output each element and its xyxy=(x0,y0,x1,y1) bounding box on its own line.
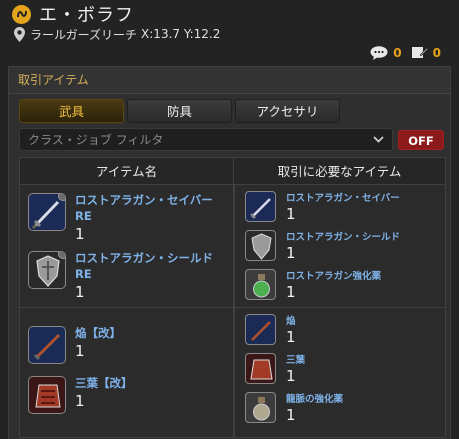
sword-icon xyxy=(28,193,66,231)
armor-icon xyxy=(28,376,66,414)
comment-count-button[interactable]: 0 xyxy=(370,45,402,60)
item-name: ロストアラガン・シールド RE xyxy=(75,251,213,281)
column-header-item: アイテム名 xyxy=(20,158,234,184)
item-quantity: 1 xyxy=(286,367,296,385)
shield-icon xyxy=(28,251,66,289)
item-quantity: 1 xyxy=(75,392,85,410)
npc-logo-icon xyxy=(12,4,31,24)
sword-icon xyxy=(245,191,276,222)
location-name[interactable]: ラールガーズリーチ xyxy=(30,26,137,43)
required-item[interactable]: 焔 1 xyxy=(235,312,445,351)
required-item[interactable]: ロストアラガン・セイバー 1 xyxy=(235,189,445,228)
item-quantity: 1 xyxy=(286,328,296,346)
location-coords: X:13.7 Y:12.2 xyxy=(141,27,221,41)
column-header-required: 取引に必要なアイテム xyxy=(277,164,402,179)
required-item[interactable]: 三葉 1 xyxy=(235,351,445,390)
reward-item[interactable]: 三葉【改】 1 xyxy=(20,372,233,422)
reward-item[interactable]: 焔【改】 1 xyxy=(20,322,233,372)
item-quantity: 1 xyxy=(286,205,296,223)
edit-count-button[interactable]: 0 xyxy=(411,45,441,60)
edit-icon xyxy=(411,47,428,58)
table-row: 焔【改】 1 三葉【改】 1 焔 1 三葉 1 龍脈の強化薬 1 xyxy=(20,308,445,438)
reward-cell: ロストアラガン・セイバー RE 1 ロストアラガン・シールド RE 1 xyxy=(20,185,234,307)
item-name: ロストアラガン・シールド xyxy=(286,232,401,243)
potion-icon xyxy=(245,392,276,423)
item-quantity: 1 xyxy=(75,283,85,301)
reward-item[interactable]: ロストアラガン・セイバー RE 1 xyxy=(20,189,233,247)
page-header: エ・ボラフ ラールガーズリーチ X:13.7 Y:12.2 0 0 xyxy=(0,0,459,66)
table-header: アイテム名 取引に必要なアイテム xyxy=(20,158,445,185)
required-item[interactable]: ロストアラガン・シールド 1 xyxy=(235,228,445,267)
item-name: 龍脈の強化薬 xyxy=(286,394,344,405)
tab-armor[interactable]: 防具 xyxy=(127,99,232,123)
required-item[interactable]: 龍脈の強化薬 1 xyxy=(235,390,445,429)
edit-count: 0 xyxy=(432,45,441,60)
trade-table: アイテム名 取引に必要なアイテム ロストアラガン・セイバー RE 1 ロストアラ… xyxy=(19,157,446,438)
armor-icon xyxy=(245,353,276,384)
status-badge xyxy=(58,252,65,259)
filter-placeholder: クラス・ジョブ フィルタ xyxy=(28,133,164,147)
trade-panel: 取引アイテム 武具 防具 アクセサリ クラス・ジョブ フィルタ OFF アイテム… xyxy=(8,66,451,439)
location-row: ラールガーズリーチ X:13.7 Y:12.2 xyxy=(14,26,220,42)
filter-off-button[interactable]: OFF xyxy=(398,129,444,150)
chevron-down-icon xyxy=(373,136,384,143)
category-tabs: 武具 防具 アクセサリ xyxy=(19,99,343,123)
table-row: ロストアラガン・セイバー RE 1 ロストアラガン・シールド RE 1 ロストア… xyxy=(20,185,445,308)
item-name: 焔 xyxy=(286,316,296,327)
item-quantity: 1 xyxy=(286,406,296,424)
sword-icon xyxy=(245,314,276,345)
item-quantity: 1 xyxy=(75,225,85,243)
panel-title: 取引アイテム xyxy=(9,67,450,94)
required-cell: 焔 1 三葉 1 龍脈の強化薬 1 xyxy=(234,308,445,437)
reward-cell: 焔【改】 1 三葉【改】 1 xyxy=(20,308,234,437)
comment-count: 0 xyxy=(393,45,402,60)
item-name: ロストアラガン・セイバー RE xyxy=(75,193,213,223)
item-quantity: 1 xyxy=(286,244,296,262)
item-name: 三葉 xyxy=(286,355,306,366)
item-name: 三葉【改】 xyxy=(75,376,133,390)
required-item[interactable]: ロストアラガン強化薬 1 xyxy=(235,267,445,306)
counts: 0 0 xyxy=(360,45,441,60)
class-job-filter-select[interactable]: クラス・ジョブ フィルタ xyxy=(19,128,393,151)
status-badge xyxy=(58,194,65,201)
item-name: ロストアラガン強化薬 xyxy=(286,271,382,282)
reward-item[interactable]: ロストアラガン・シールド RE 1 xyxy=(20,247,233,305)
title-row: エ・ボラフ xyxy=(12,3,134,26)
potion-icon xyxy=(245,269,276,300)
tab-accessories[interactable]: アクセサリ xyxy=(235,99,340,123)
map-pin-icon xyxy=(14,26,25,42)
item-name: 焔【改】 xyxy=(75,326,121,340)
npc-name: エ・ボラフ xyxy=(39,5,134,26)
item-quantity: 1 xyxy=(286,283,296,301)
comment-icon xyxy=(370,45,388,60)
item-name: ロストアラガン・セイバー xyxy=(286,193,400,204)
filter-row: クラス・ジョブ フィルタ OFF xyxy=(19,128,444,151)
tab-weapons[interactable]: 武具 xyxy=(19,99,124,123)
sword-icon xyxy=(28,326,66,364)
shield-icon xyxy=(245,230,276,261)
item-quantity: 1 xyxy=(75,342,85,360)
required-cell: ロストアラガン・セイバー 1 ロストアラガン・シールド 1 ロストアラガン強化薬… xyxy=(234,185,445,307)
